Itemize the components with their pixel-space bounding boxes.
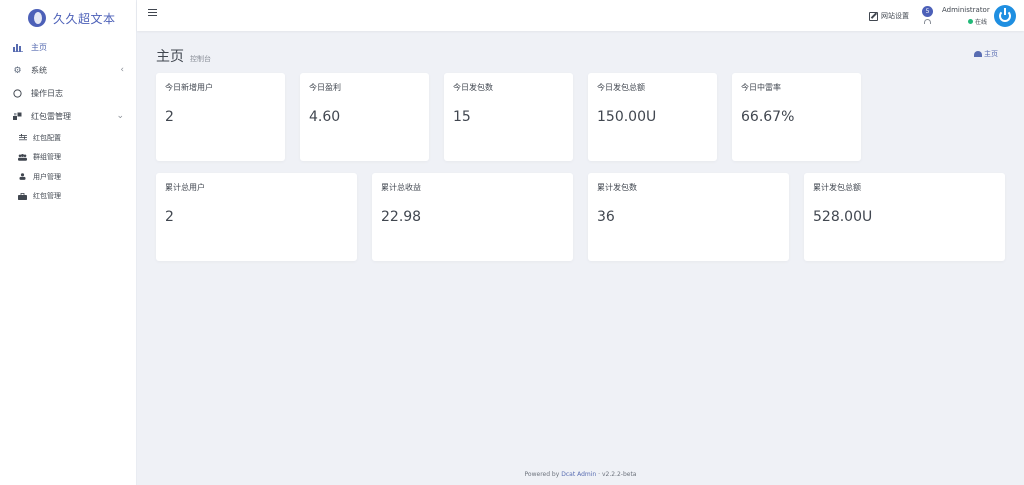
sidebar-subitem-label: 红包配置	[33, 133, 61, 142]
power-icon	[999, 8, 1011, 22]
user-icon	[18, 173, 27, 181]
sidebar-subitem-label: 红包管理	[33, 192, 61, 201]
brand-name: 久久超文本	[53, 11, 116, 26]
stat-label: 今日发包数	[453, 83, 493, 92]
site-settings-button[interactable]: 网站设置	[869, 11, 909, 21]
stat-card-today-hit-rate: 今日中雷率 66.67%	[732, 73, 861, 161]
stat-card-total-users: 累计总用户 2	[156, 173, 357, 261]
stat-value: 66.67%	[741, 109, 795, 125]
stat-card-today-packet-amount: 今日发包总额 150.00U	[588, 73, 717, 161]
page-header: 主页 控制台	[156, 46, 211, 66]
breadcrumb[interactable]: 主页	[974, 49, 998, 59]
sidebar: 久久超文本 主页 ⚙ 系统 ‹ 操作日志 红包雷管理 ⌄ 红包配置 群组管理 用…	[0, 0, 137, 485]
dashboard-icon	[974, 51, 982, 57]
sidebar-subitem-label: 群组管理	[33, 153, 61, 162]
stat-value: 15	[453, 109, 471, 125]
sidebar-subitem-user-manage[interactable]: 用户管理	[0, 167, 136, 187]
puzzle-icon	[12, 111, 23, 122]
sliders-icon	[18, 134, 27, 141]
user-avatar-button[interactable]	[994, 5, 1016, 27]
brand-logo-icon	[28, 9, 46, 27]
briefcase-icon	[18, 192, 27, 200]
users-icon	[18, 153, 27, 161]
breadcrumb-label: 主页	[984, 50, 998, 58]
notification-badge[interactable]: 5	[922, 6, 933, 17]
stat-card-today-packets: 今日发包数 15	[444, 73, 573, 161]
footer-separator: ·	[598, 471, 601, 478]
stat-label: 累计发包总额	[813, 183, 861, 192]
menu-toggle-icon[interactable]	[148, 9, 157, 16]
bar-chart-icon	[12, 42, 23, 53]
stat-value: 2	[165, 209, 174, 225]
edit-icon	[869, 11, 878, 21]
gear-icon: ⚙	[13, 65, 22, 76]
stat-value: 2	[165, 109, 174, 125]
site-settings-label: 网站设置	[881, 12, 909, 20]
circle-icon	[12, 88, 23, 99]
sidebar-item-operation-log[interactable]: 操作日志	[0, 82, 136, 105]
stat-card-total-packet-amount: 累计发包总额 528.00U	[804, 173, 1005, 261]
stat-card-total-revenue: 累计总收益 22.98	[372, 173, 573, 261]
stat-value: 528.00U	[813, 209, 873, 225]
stat-card-today-new-users: 今日新增用户 2	[156, 73, 285, 161]
stat-card-total-packets: 累计发包数 36	[588, 173, 789, 261]
stat-label: 今日新增用户	[165, 83, 213, 92]
chevron-left-icon: ‹	[120, 65, 124, 75]
bell-icon[interactable]	[924, 19, 931, 24]
sidebar-item-label: 系统	[31, 66, 47, 75]
page-title: 主页	[156, 49, 184, 65]
stat-label: 今日发包总额	[597, 83, 645, 92]
user-name[interactable]: Administrator	[942, 6, 990, 14]
sidebar-subitem-group-manage[interactable]: 群组管理	[0, 148, 136, 168]
stat-label: 累计总用户	[165, 183, 205, 192]
stat-value: 4.60	[309, 109, 341, 125]
footer-link[interactable]: Dcat Admin	[561, 471, 596, 478]
online-dot-icon	[968, 19, 973, 24]
sidebar-item-label: 主页	[31, 43, 47, 52]
stat-label: 累计发包数	[597, 183, 637, 192]
stat-label: 累计总收益	[381, 183, 421, 192]
sidebar-subitem-redpacket-manage[interactable]: 红包管理	[0, 187, 136, 207]
brand[interactable]: 久久超文本	[0, 0, 136, 36]
footer-prefix: Powered by	[524, 471, 560, 478]
sidebar-item-label: 操作日志	[31, 89, 63, 98]
sidebar-item-redpacket[interactable]: 红包雷管理 ⌄	[0, 105, 136, 128]
sidebar-menu: 主页 ⚙ 系统 ‹ 操作日志 红包雷管理 ⌄ 红包配置 群组管理 用户管理 红包…	[0, 36, 136, 206]
chevron-down-icon: ⌄	[116, 111, 124, 121]
stat-card-today-profit: 今日盈利 4.60	[300, 73, 429, 161]
page-subtitle: 控制台	[190, 55, 211, 63]
user-status-label: 在线	[975, 19, 988, 26]
footer-version: v2.2.2-beta	[601, 471, 637, 478]
sidebar-item-home[interactable]: 主页	[0, 36, 136, 59]
sidebar-subitem-label: 用户管理	[33, 172, 61, 181]
footer: Powered by Dcat Admin · v2.2.2-beta	[137, 471, 1024, 478]
user-status: 在线	[968, 17, 987, 26]
stat-label: 今日盈利	[309, 83, 341, 92]
sidebar-item-label: 红包雷管理	[31, 112, 71, 121]
sidebar-item-system[interactable]: ⚙ 系统 ‹	[0, 59, 136, 82]
sidebar-subitem-redpacket-config[interactable]: 红包配置	[0, 128, 136, 148]
stat-value: 36	[597, 209, 615, 225]
stat-value: 150.00U	[597, 109, 657, 125]
topbar: 网站设置 5 Administrator 在线	[137, 0, 1024, 31]
stat-value: 22.98	[381, 209, 422, 225]
stat-label: 今日中雷率	[741, 83, 781, 92]
